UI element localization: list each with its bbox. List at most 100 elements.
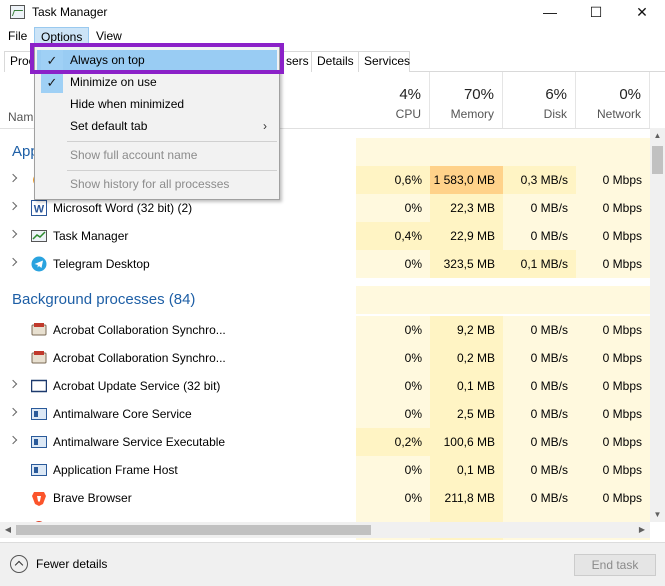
- brave-lion-icon: [31, 490, 47, 506]
- cpu-value: 0%: [356, 250, 430, 278]
- cpu-value: 0%: [356, 484, 430, 512]
- svg-text:W: W: [34, 204, 45, 216]
- highlight-annotation-box: [30, 43, 284, 74]
- service-icon: [31, 462, 47, 478]
- cpu-value: 0%: [356, 372, 430, 400]
- vertical-scrollbar[interactable]: ▲ ▼: [650, 128, 665, 522]
- disk-value: 0 MB/s: [503, 316, 576, 344]
- table-row[interactable]: Acrobat Collaboration Synchro... 0% 9,2 …: [0, 316, 650, 344]
- close-button[interactable]: ✕: [619, 0, 665, 26]
- tab-services[interactable]: Services: [358, 51, 410, 72]
- check-icon: ✓: [41, 72, 63, 93]
- column-header-name[interactable]: Nam: [8, 110, 33, 124]
- expand-chevron-icon[interactable]: [8, 229, 18, 239]
- menu-item-minimize-on-use[interactable]: ✓ Minimize on use: [37, 72, 277, 93]
- table-row[interactable]: Task Manager 0,4% 22,9 MB 0 MB/s 0 Mbps: [0, 222, 650, 250]
- acrobat-sync-icon: [31, 322, 47, 338]
- disk-value: 0,1 MB/s: [503, 250, 576, 278]
- scroll-down-icon[interactable]: ▼: [650, 507, 665, 522]
- memory-value: 2,5 MB: [430, 400, 503, 428]
- network-value: 0 Mbps: [576, 250, 650, 278]
- network-total: 0%: [619, 86, 641, 103]
- end-task-button[interactable]: End task: [574, 554, 656, 576]
- minimize-button[interactable]: —: [527, 0, 573, 26]
- fewer-details-link[interactable]: Fewer details: [36, 557, 107, 571]
- service-window-icon: [30, 378, 48, 394]
- menu-item-label: Minimize on use: [70, 75, 157, 89]
- table-row[interactable]: Acrobat Update Service (32 bit) 0% 0,1 M…: [0, 372, 650, 400]
- menu-item-show-history[interactable]: Show history for all processes: [37, 174, 277, 195]
- network-value: 0 Mbps: [576, 372, 650, 400]
- task-manager-icon: [10, 5, 25, 19]
- memory-value: 211,8 MB: [430, 484, 503, 512]
- menu-item-set-default-tab[interactable]: Set default tab ›: [37, 116, 277, 137]
- memory-label: Memory: [450, 107, 494, 121]
- chevron-up-circle-icon[interactable]: [10, 555, 28, 573]
- footer-bar: Fewer details End task: [0, 542, 665, 586]
- table-row[interactable]: Acrobat Collaboration Synchro... 0% 0,2 …: [0, 344, 650, 372]
- scroll-up-icon[interactable]: ▲: [650, 128, 665, 143]
- cpu-value: 0%: [356, 344, 430, 372]
- column-header-network[interactable]: 0% Network: [576, 72, 650, 128]
- expand-chevron-icon[interactable]: [8, 201, 18, 211]
- menu-item-show-full-account-name[interactable]: Show full account name: [37, 145, 277, 166]
- table-row[interactable]: Antimalware Service Executable 0,2% 100,…: [0, 428, 650, 456]
- table-row[interactable]: Telegram Desktop 0% 323,5 MB 0,1 MB/s 0 …: [0, 250, 650, 278]
- column-header-cpu[interactable]: 4% CPU: [356, 72, 430, 128]
- network-value: 0 Mbps: [576, 428, 650, 456]
- expand-chevron-icon[interactable]: [8, 173, 18, 183]
- menu-item-label: Set default tab: [70, 119, 148, 133]
- memory-value: 323,5 MB: [430, 250, 503, 278]
- cpu-value: 0,6%: [356, 166, 430, 194]
- memory-value: 0,2 MB: [430, 344, 503, 372]
- expand-chevron-icon[interactable]: [8, 407, 18, 417]
- column-header-memory[interactable]: 70% Memory: [430, 72, 503, 128]
- memory-value: 0,1 MB: [430, 372, 503, 400]
- cpu-value: 0%: [356, 194, 430, 222]
- disk-value: 0 MB/s: [503, 400, 576, 428]
- memory-value: 0,1 MB: [430, 456, 503, 484]
- expand-chevron-icon[interactable]: [8, 379, 18, 389]
- disk-value: 0 MB/s: [503, 428, 576, 456]
- network-value: 0 Mbps: [576, 222, 650, 250]
- menu-file[interactable]: File: [2, 27, 33, 46]
- disk-label: Disk: [543, 107, 567, 121]
- tab-details[interactable]: Details: [311, 51, 360, 72]
- maximize-button[interactable]: ☐: [573, 0, 619, 26]
- disk-total: 6%: [545, 86, 567, 103]
- memory-total: 70%: [463, 86, 494, 103]
- scrollbar-thumb[interactable]: [652, 146, 663, 174]
- network-value: 0 Mbps: [576, 344, 650, 372]
- menu-item-label: Hide when minimized: [70, 97, 185, 111]
- word-icon: W: [31, 200, 47, 216]
- scrollbar-thumb[interactable]: [16, 525, 371, 535]
- cpu-value: 0%: [356, 400, 430, 428]
- process-name: Brave Browser: [53, 491, 132, 505]
- menu-item-hide-when-minimized[interactable]: Hide when minimized: [37, 94, 277, 115]
- expand-chevron-icon[interactable]: [8, 435, 18, 445]
- process-name: Antimalware Service Executable: [53, 435, 226, 449]
- tab-users[interactable]: sers: [280, 51, 315, 72]
- cpu-value: 0,2%: [356, 428, 430, 456]
- disk-value: 0 MB/s: [503, 372, 576, 400]
- network-value: 0 Mbps: [576, 456, 650, 484]
- column-header-disk[interactable]: 6% Disk: [503, 72, 576, 128]
- disk-value: 0 MB/s: [503, 484, 576, 512]
- service-icon: [31, 406, 47, 422]
- disk-value: 0 MB/s: [503, 456, 576, 484]
- expand-chevron-icon[interactable]: [8, 257, 18, 267]
- cpu-total: 4%: [399, 86, 421, 103]
- network-value: 0 Mbps: [576, 484, 650, 512]
- process-name: Application Frame Host: [53, 463, 178, 477]
- disk-value: 0 MB/s: [503, 344, 576, 372]
- table-row[interactable]: Application Frame Host 0% 0,1 MB 0 MB/s …: [0, 456, 650, 484]
- table-row[interactable]: Brave Browser 0% 211,8 MB 0 MB/s 0 Mbps: [0, 484, 650, 512]
- process-name: Acrobat Collaboration Synchro...: [53, 323, 226, 337]
- horizontal-scrollbar[interactable]: ◀ ▶: [0, 522, 650, 538]
- disk-value: 0 MB/s: [503, 222, 576, 250]
- scroll-right-icon[interactable]: ▶: [634, 522, 650, 538]
- menu-separator: [67, 141, 277, 142]
- table-row[interactable]: Antimalware Core Service 0% 2,5 MB 0 MB/…: [0, 400, 650, 428]
- process-name: Acrobat Update Service (32 bit): [53, 379, 221, 393]
- scroll-left-icon[interactable]: ◀: [0, 522, 16, 538]
